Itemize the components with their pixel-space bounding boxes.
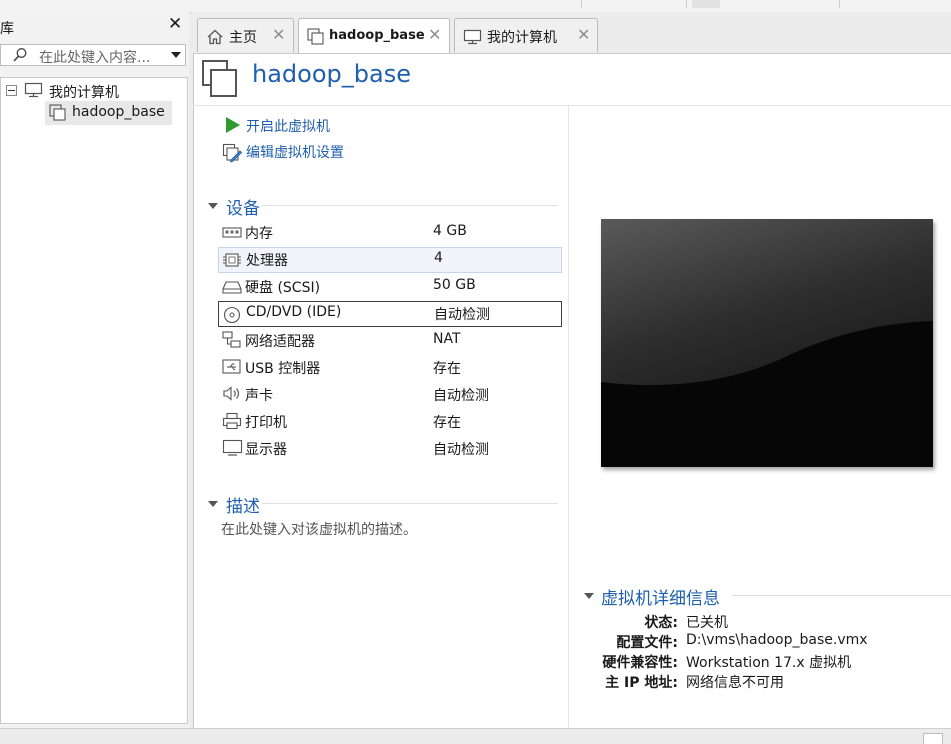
device-value: 自动检测	[433, 388, 489, 404]
tree-collapse-toggle[interactable]	[6, 85, 17, 96]
tab-my-computer[interactable]: 我的计算机 ✕	[454, 18, 598, 52]
network-icon	[222, 331, 241, 348]
tab-home-label: 主页	[229, 30, 257, 46]
display-icon	[222, 439, 243, 456]
description-section-title[interactable]: 描述	[226, 492, 260, 517]
device-value: NAT	[433, 331, 461, 347]
description-input[interactable]: 在此处键入对该虚拟机的描述。	[221, 519, 417, 539]
detail-key-hw-compat: 硬件兼容性:	[602, 655, 678, 671]
search-icon	[13, 48, 27, 62]
close-icon[interactable]: ✕	[577, 25, 590, 44]
device-value: 4	[434, 250, 443, 266]
library-close-button[interactable]: ✕	[168, 16, 182, 33]
close-icon[interactable]: ✕	[428, 25, 441, 44]
device-row-memory[interactable]: 内存 4 GB	[218, 220, 562, 246]
device-name: 网络适配器	[245, 334, 315, 350]
detail-key-config-file: 配置文件:	[616, 635, 678, 651]
close-icon[interactable]: ✕	[272, 25, 285, 44]
details-section-title[interactable]: 虚拟机详细信息	[601, 584, 720, 609]
device-row-cd-dvd[interactable]: CD/DVD (IDE) 自动检测	[218, 301, 562, 327]
detail-value-config-file: D:\vms\hadoop_base.vmx	[686, 632, 868, 648]
tree-item-my-computer[interactable]: 我的计算机	[49, 82, 119, 102]
harddisk-icon	[222, 281, 242, 294]
detail-key-state: 状态:	[644, 615, 678, 631]
status-bar	[0, 728, 951, 744]
edit-vm-settings-link[interactable]: 编辑虚拟机设置	[246, 142, 344, 162]
device-value: 存在	[433, 415, 461, 431]
processor-icon	[223, 253, 241, 267]
vm-icon	[307, 28, 324, 45]
device-row-harddisk[interactable]: 硬盘 (SCSI) 50 GB	[218, 274, 562, 300]
printer-icon	[222, 412, 242, 430]
device-row-network[interactable]: 网络适配器 NAT	[218, 328, 562, 354]
library-title: 库	[0, 21, 14, 37]
collapse-details-icon[interactable]	[584, 593, 594, 599]
device-name: 内存	[245, 226, 273, 242]
tab-hadoop-base-label: hadoop_base	[329, 28, 425, 43]
device-value: 存在	[433, 361, 461, 377]
status-bar-tab[interactable]	[923, 733, 943, 744]
device-value: 4 GB	[433, 223, 467, 239]
vm-preview-screen[interactable]	[601, 219, 933, 467]
device-name: 显示器	[245, 442, 287, 458]
devices-divider	[262, 205, 558, 206]
usb-icon	[222, 359, 241, 374]
search-input[interactable]: 在此处键入内容...	[39, 47, 150, 67]
detail-key-ip: 主 IP 地址:	[605, 675, 678, 691]
detail-value-ip: 网络信息不可用	[686, 675, 784, 691]
vm-icon	[202, 60, 237, 97]
device-row-display[interactable]: 显示器 自动检测	[218, 436, 562, 462]
sound-icon	[223, 386, 240, 401]
tree-item-label: hadoop_base	[72, 104, 165, 120]
computer-icon	[463, 29, 482, 45]
device-name: 硬盘 (SCSI)	[245, 280, 321, 296]
play-icon[interactable]	[226, 117, 240, 133]
cd-icon	[223, 306, 241, 324]
device-row-usb[interactable]: USB 控制器 存在	[218, 355, 562, 381]
details-divider	[732, 595, 951, 596]
edit-settings-icon[interactable]	[222, 143, 242, 163]
devices-section-title[interactable]: 设备	[226, 194, 260, 219]
device-value: 自动检测	[433, 442, 489, 458]
home-icon	[207, 29, 223, 45]
tab-home[interactable]: 主页 ✕	[197, 18, 294, 52]
computer-icon	[24, 82, 43, 98]
memory-icon	[222, 227, 242, 238]
power-on-vm-link[interactable]: 开启此虚拟机	[246, 116, 330, 136]
collapse-devices-icon[interactable]	[208, 203, 218, 209]
device-row-printer[interactable]: 打印机 存在	[218, 409, 562, 435]
device-name: 处理器	[246, 253, 288, 269]
collapse-description-icon[interactable]	[208, 501, 218, 507]
library-tree	[0, 77, 188, 724]
device-name: 打印机	[245, 415, 287, 431]
device-row-processor[interactable]: 处理器 4	[218, 247, 562, 273]
detail-value-state: 已关机	[686, 615, 728, 631]
preview-graphic	[601, 219, 933, 467]
title-divider	[193, 105, 951, 106]
search-dropdown-icon[interactable]	[171, 52, 181, 58]
device-value: 自动检测	[434, 307, 490, 323]
vm-icon	[49, 104, 66, 121]
tab-my-computer-label: 我的计算机	[487, 30, 557, 46]
device-name: USB 控制器	[245, 361, 321, 377]
page-title: hadoop_base	[252, 60, 411, 88]
device-name: 声卡	[245, 388, 273, 404]
device-value: 50 GB	[433, 277, 476, 293]
tab-hadoop-base[interactable]: hadoop_base ✕	[298, 18, 450, 53]
device-name: CD/DVD (IDE)	[246, 304, 342, 320]
library-search-box[interactable]: 在此处键入内容...	[0, 44, 186, 66]
detail-value-hw-compat: Workstation 17.x 虚拟机	[686, 655, 852, 671]
description-divider	[262, 503, 558, 504]
device-row-sound[interactable]: 声卡 自动检测	[218, 382, 562, 408]
